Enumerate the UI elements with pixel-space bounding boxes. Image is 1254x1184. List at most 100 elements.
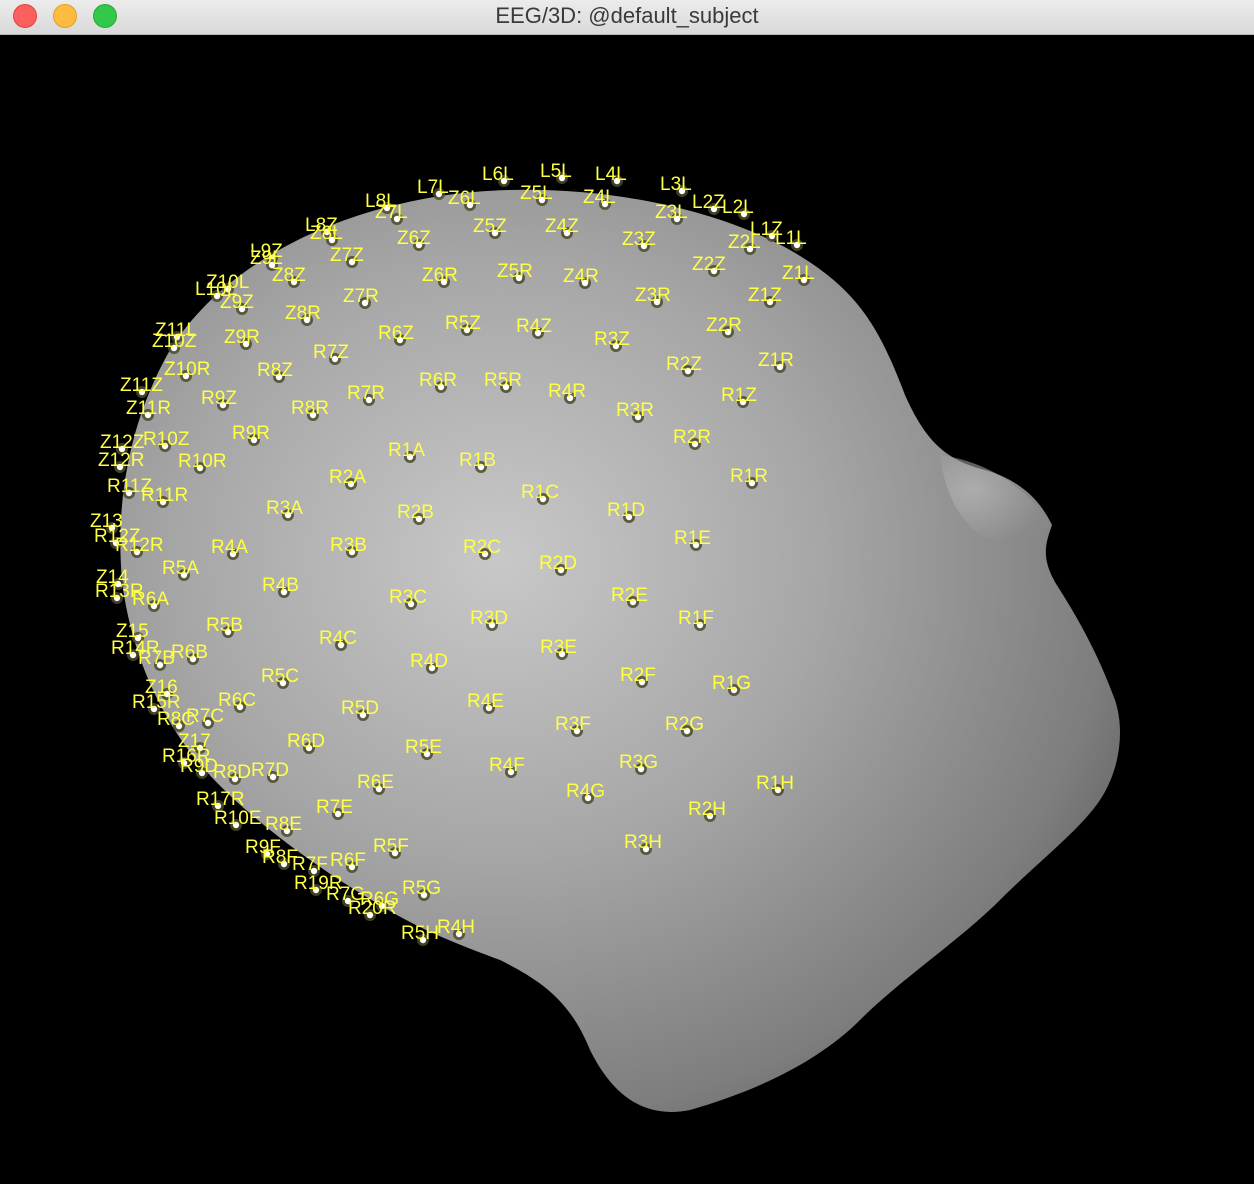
electrode-label: R2E [611,585,648,606]
electrode-label: R8Z [257,360,293,381]
electrode-label: L3L [660,174,692,195]
electrode-label: R3R [616,400,654,421]
electrode-label: Z9Z [220,292,254,313]
electrode-label: R3H [624,832,662,853]
electrode-label: R5R [484,370,522,391]
electrode-label: R6D [287,731,325,752]
electrode-label: R5F [373,836,409,857]
electrode-label: L7L [417,177,449,198]
electrode-label: R2R [673,427,711,448]
electrode-label: R9Z [201,388,237,409]
electrode-label: Z2R [706,315,742,336]
electrode-label: R6B [171,642,208,663]
electrode-label: R5C [261,666,299,687]
electrode-label: Z5R [497,261,533,282]
electrode-label: L2Z [692,192,725,213]
electrode-label: Z12R [98,450,144,471]
electrode-label: Z8L [310,223,343,244]
app-window: EEG/3D: @default_subject L6L L5L L4L L3L L2Z… [0,0,1254,1184]
electrode-label: R1G [712,673,751,694]
electrode-label: Z1L [782,263,815,284]
electrode-label: Z4Z [545,216,579,237]
electrode-label: R6F [330,850,366,871]
electrode-label: R12R [115,535,164,556]
electrode-label: Z5Z [473,216,507,237]
electrode-label: R5D [341,698,379,719]
electrode-label: R5H [401,923,439,944]
electrode-label: R7Z [313,342,349,363]
electrode-label: R1D [607,500,645,521]
electrode-label: Z7R [343,286,379,307]
electrode-label: Z6R [422,265,458,286]
electrode-label: R1H [756,773,794,794]
electrode-label: R4H [437,917,475,938]
electrode-label: R10Z [143,429,190,450]
electrode-label: R5A [162,558,199,579]
title-bar[interactable]: EEG/3D: @default_subject [0,0,1254,35]
electrode-label: R4E [467,691,504,712]
electrode-label: R6E [357,772,394,793]
electrode-label: R1Z [721,385,757,406]
electrode-label: R4A [211,537,248,558]
electrode-label: R1B [459,450,496,471]
electrode-label: R4B [262,575,299,596]
electrode-label: Z1R [758,350,794,371]
electrode-label: Z11R [126,398,171,419]
electrode-label: R11R [141,485,188,506]
electrode-label: R9R [232,423,270,444]
electrode-label: Z11L [155,320,197,341]
electrode-label: R2H [688,799,726,820]
electrode-label: R3F [555,714,591,735]
electrode-label: Z14 [96,567,129,588]
electrode-label: R4Z [516,316,552,337]
electrode-label: Z6Z [397,228,431,249]
electrode-label: R4F [489,755,525,776]
electrode-label: R3B [330,535,367,556]
electrode-label: R2G [665,714,704,735]
electrode-label: R2Z [666,354,702,375]
electrode-label: R2D [539,553,577,574]
electrode-label: Z6L [448,188,481,209]
electrode-label: Z8Z [272,265,306,286]
electrode-label: R8D [213,762,251,783]
electrode-label: R9F [245,837,281,858]
electrode-label: L6L [482,164,514,185]
electrode-label: Z8R [285,303,321,324]
electrode-label: R5E [405,737,442,758]
electrode-label: R17R [196,789,245,810]
head-scene[interactable]: L6L L5L L4L L3LL2ZL2LL1ZL1LZ1LL7LL8LL8ZL9ZL… [0,36,1254,1184]
electrode-label: R7D [251,760,289,781]
electrode-label: R1C [521,482,559,503]
electrode-label: Z4R [563,266,599,287]
electrode-label: Z3L [655,202,688,223]
electrode-label: Z3Z [622,229,656,250]
electrode-label: R2B [397,502,434,523]
electrode-label: R1E [674,528,711,549]
electrode-label: Z9R [224,327,260,348]
electrode-label: R3A [266,498,303,519]
electrode-label: R4C [319,628,357,649]
electrode-label: R2A [329,467,366,488]
electrode-label: R7E [316,797,353,818]
electrode-label: R1R [730,466,768,487]
electrode-label: R3G [619,752,658,773]
electrode-label: R5B [206,615,243,636]
electrode-label: L1L [775,228,807,249]
electrode-label: Z10R [164,359,210,380]
electrode-label: R4R [548,381,586,402]
electrode-label: R2F [620,665,656,686]
electrode-label: R4G [566,781,605,802]
electrode-label: Z10L [206,272,249,293]
electrode-label: Z7Z [330,245,364,266]
electrode-label: Z1Z [748,285,782,306]
electrode-label: R2C [463,537,501,558]
electrode-label: R3C [389,587,427,608]
electrode-label: R20R [348,898,397,919]
electrode-label: Z7L [375,202,408,223]
3d-viewport[interactable]: L6L L5L L4L L3L L2Z L2L L1Z L1L Z1L L7L L8L L8Z L9Z L… [0,36,1254,1184]
electrode-label: R5Z [445,313,481,334]
electrode-label: R3E [540,637,577,658]
electrode-label: R8R [291,398,329,419]
electrode-label: Z5L [520,183,553,204]
electrode-label: Z11Z [120,375,163,396]
